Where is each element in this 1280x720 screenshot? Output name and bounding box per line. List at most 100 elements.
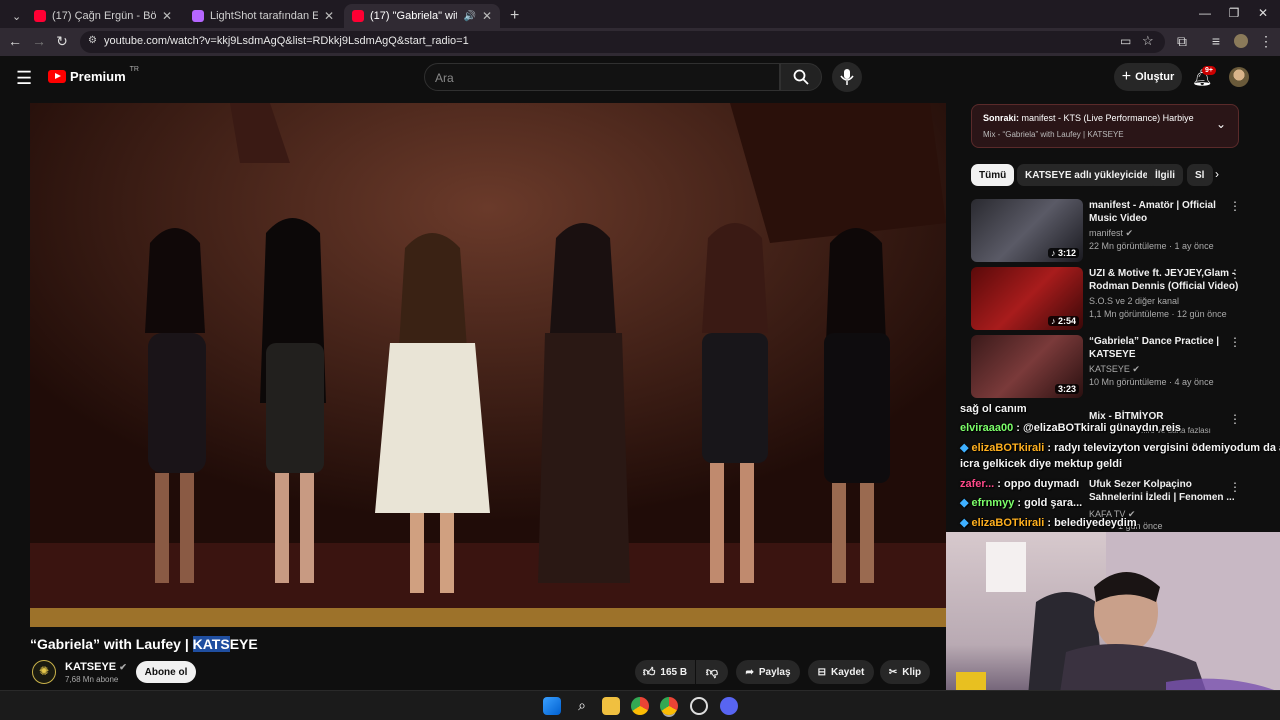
chip-more[interactable]: Sl (1187, 164, 1213, 186)
video-title: “Gabriela” with Laufey | KATSEYE (30, 636, 258, 652)
search-input[interactable]: Ara (435, 71, 454, 85)
close-icon[interactable]: ✕ (482, 9, 492, 23)
thumbs-down-icon: 👎︎ (705, 664, 719, 679)
back-icon[interactable]: ← (5, 33, 25, 49)
close-window-button[interactable]: ✕ (1248, 6, 1278, 20)
profile-avatar[interactable] (1234, 34, 1248, 48)
save-button[interactable]: ⊟ Kaydet (808, 660, 874, 684)
browser-tab-strip: ⌄ (17) Çağn Ergün - Böyle Koyma ✕ LightS… (0, 0, 1280, 28)
minimize-button[interactable]: — (1190, 6, 1220, 20)
video-player[interactable] (30, 103, 946, 627)
browser-tab-2[interactable]: LightShot tarafından Ekran Gör ✕ (184, 4, 342, 28)
verified-icon: ✔ (1132, 364, 1140, 374)
chrome-active-icon[interactable] (660, 697, 678, 715)
clip-label: Klip (902, 666, 922, 678)
recommendation-title[interactable]: manifest - Amatör | Official Music Video (1089, 199, 1239, 225)
recommendation-title[interactable]: UZI & Motive ft. JEYJEY,Glam - Rodman De… (1089, 267, 1239, 293)
chat-username: elizaBOTkirali (971, 442, 1045, 454)
chevron-down-icon[interactable]: ⌄ (1216, 117, 1226, 131)
dislike-button[interactable]: 👎︎ (696, 660, 728, 684)
recommendation-title[interactable]: “Gabriela” Dance Practice | KATSEYE (1089, 335, 1239, 361)
channel-avatar[interactable]: ✺ (32, 660, 56, 684)
up-next-panel[interactable]: Sonraki: manifest - KTS (Live Performanc… (971, 104, 1239, 148)
menu-kebab-icon[interactable]: ⋮ (1256, 33, 1276, 50)
video-thumbnail[interactable]: ♪ 2:54 (971, 267, 1083, 330)
tab-list-button[interactable]: ⌄ (4, 4, 24, 28)
search-icon[interactable]: ⌕ (573, 697, 591, 715)
chat-message: icra gelkicek diye mektup geldi (960, 458, 1122, 470)
badge-icon: ◆ (960, 497, 969, 509)
close-icon[interactable]: ✕ (162, 9, 172, 23)
hamburger-menu-icon[interactable]: ☰ (16, 68, 32, 89)
extensions-icon[interactable]: ⧉ (1172, 33, 1192, 50)
clip-button[interactable]: ✂ Klip (880, 660, 930, 684)
more-actions-icon[interactable]: ⋮ (1229, 267, 1241, 281)
plus-icon: + (1121, 68, 1132, 85)
channel-name[interactable]: KATSEYE ✔ (65, 661, 127, 673)
file-explorer-icon[interactable] (602, 697, 620, 715)
recommendation-meta: 22 Mn görüntüleme · 1 ay önce (1089, 241, 1214, 251)
recommendation-item[interactable]: ♪ 3:12 manifest - Amatör | Official Musi… (971, 199, 1261, 263)
scissors-icon: ✂ (888, 666, 898, 678)
site-info-icon[interactable]: ⚙ (88, 35, 97, 46)
chevron-down-icon: ⌄ (12, 10, 22, 23)
duration-badge: 3:23 (1054, 384, 1079, 394)
chrome-icon[interactable] (631, 697, 649, 715)
more-actions-icon[interactable]: ⋮ (1229, 335, 1241, 349)
up-next-title: Sonraki: manifest - KTS (Live Performanc… (983, 113, 1194, 123)
url-text[interactable]: youtube.com/watch?v=kkj9LsdmAgQ&list=RDk… (104, 35, 469, 47)
browser-tab-3[interactable]: (17) "Gabriela" with Laufey 🔊 ✕ (344, 4, 500, 28)
more-actions-icon[interactable]: ⋮ (1229, 480, 1241, 494)
reading-list-icon[interactable]: ≡ (1206, 33, 1226, 49)
address-bar[interactable]: ⚙ youtube.com/watch?v=kkj9LsdmAgQ&list=R… (80, 31, 1165, 53)
youtube-icon (352, 10, 364, 22)
recommendation-channel[interactable]: S.O.S ve 2 diğer kanal (1089, 296, 1179, 306)
share-button[interactable]: ➦ Paylaş (736, 660, 800, 684)
youtube-icon (34, 10, 46, 22)
voice-search-button[interactable] (832, 62, 862, 92)
video-thumbnail[interactable]: ♪ 3:12 (971, 199, 1083, 262)
discord-icon[interactable] (720, 697, 738, 715)
new-tab-button[interactable]: + (502, 4, 524, 28)
account-avatar[interactable] (1229, 67, 1249, 87)
tab-title: (17) Çağn Ergün - Böyle Koyma (52, 10, 156, 22)
channel-text: manifest (1089, 228, 1124, 238)
reload-icon[interactable]: ↻ (52, 33, 72, 50)
recommendation-channel[interactable]: manifest ✔ (1089, 228, 1133, 239)
chat-username: zafer... (960, 478, 995, 490)
forward-icon[interactable]: → (29, 33, 49, 49)
chevron-right-icon[interactable]: › (1215, 167, 1219, 181)
recommendation-title[interactable]: Ufuk Sezer Kolpaçino Sahnelerini İzledi … (1089, 478, 1239, 504)
search-box[interactable]: Ara (424, 63, 780, 91)
restore-button[interactable]: ❐ (1219, 6, 1249, 20)
recommendation-item[interactable]: ♪ 2:54 UZI & Motive ft. JEYJEY,Glam - Ro… (971, 267, 1261, 331)
create-button[interactable]: + Oluştur (1114, 63, 1182, 91)
chat-message: sağ ol canım (960, 403, 1027, 415)
subscribe-button[interactable]: Abone ol (136, 661, 196, 683)
chip-from-uploader[interactable]: KATSEYE adlı yükleyiciden (1017, 164, 1163, 186)
search-button[interactable] (780, 63, 822, 91)
close-icon[interactable]: ✕ (324, 9, 334, 23)
up-next-prefix: Sonraki: (983, 113, 1020, 123)
search-icon (793, 69, 809, 85)
browser-tab-1[interactable]: (17) Çağn Ergün - Böyle Koyma ✕ (26, 4, 180, 28)
windows-start-icon[interactable] (543, 697, 561, 715)
video-thumbnail[interactable]: 3:23 (971, 335, 1083, 398)
chip-all[interactable]: Tümü (971, 164, 1015, 186)
more-actions-icon[interactable]: ⋮ (1229, 412, 1241, 426)
more-actions-icon[interactable]: ⋮ (1229, 199, 1241, 213)
bookmark-star-icon[interactable]: ☆ (1142, 33, 1154, 49)
obs-icon[interactable] (690, 697, 708, 715)
chip-related[interactable]: İlgili (1147, 164, 1183, 186)
speaker-icon[interactable]: 🔊 (463, 11, 475, 22)
like-button[interactable]: 👍︎ 165 B (635, 660, 695, 684)
windows-taskbar: ⌕ (0, 690, 1280, 720)
recommendation-item[interactable]: 3:23 “Gabriela” Dance Practice | KATSEYE… (971, 335, 1261, 399)
recommendation-meta: 1,1 Mn görüntüleme · 12 gün önce (1089, 309, 1227, 319)
chat-message: ◆ elizaBOTkirali : belediyedeydim (960, 516, 1137, 529)
save-label: Kaydet (831, 666, 865, 678)
cast-icon[interactable]: ▭ (1120, 34, 1131, 48)
recommendation-channel[interactable]: KATSEYE ✔ (1089, 364, 1140, 375)
youtube-premium-logo[interactable]: Premium TR (48, 66, 139, 84)
badge-icon: ◆ (960, 442, 969, 454)
